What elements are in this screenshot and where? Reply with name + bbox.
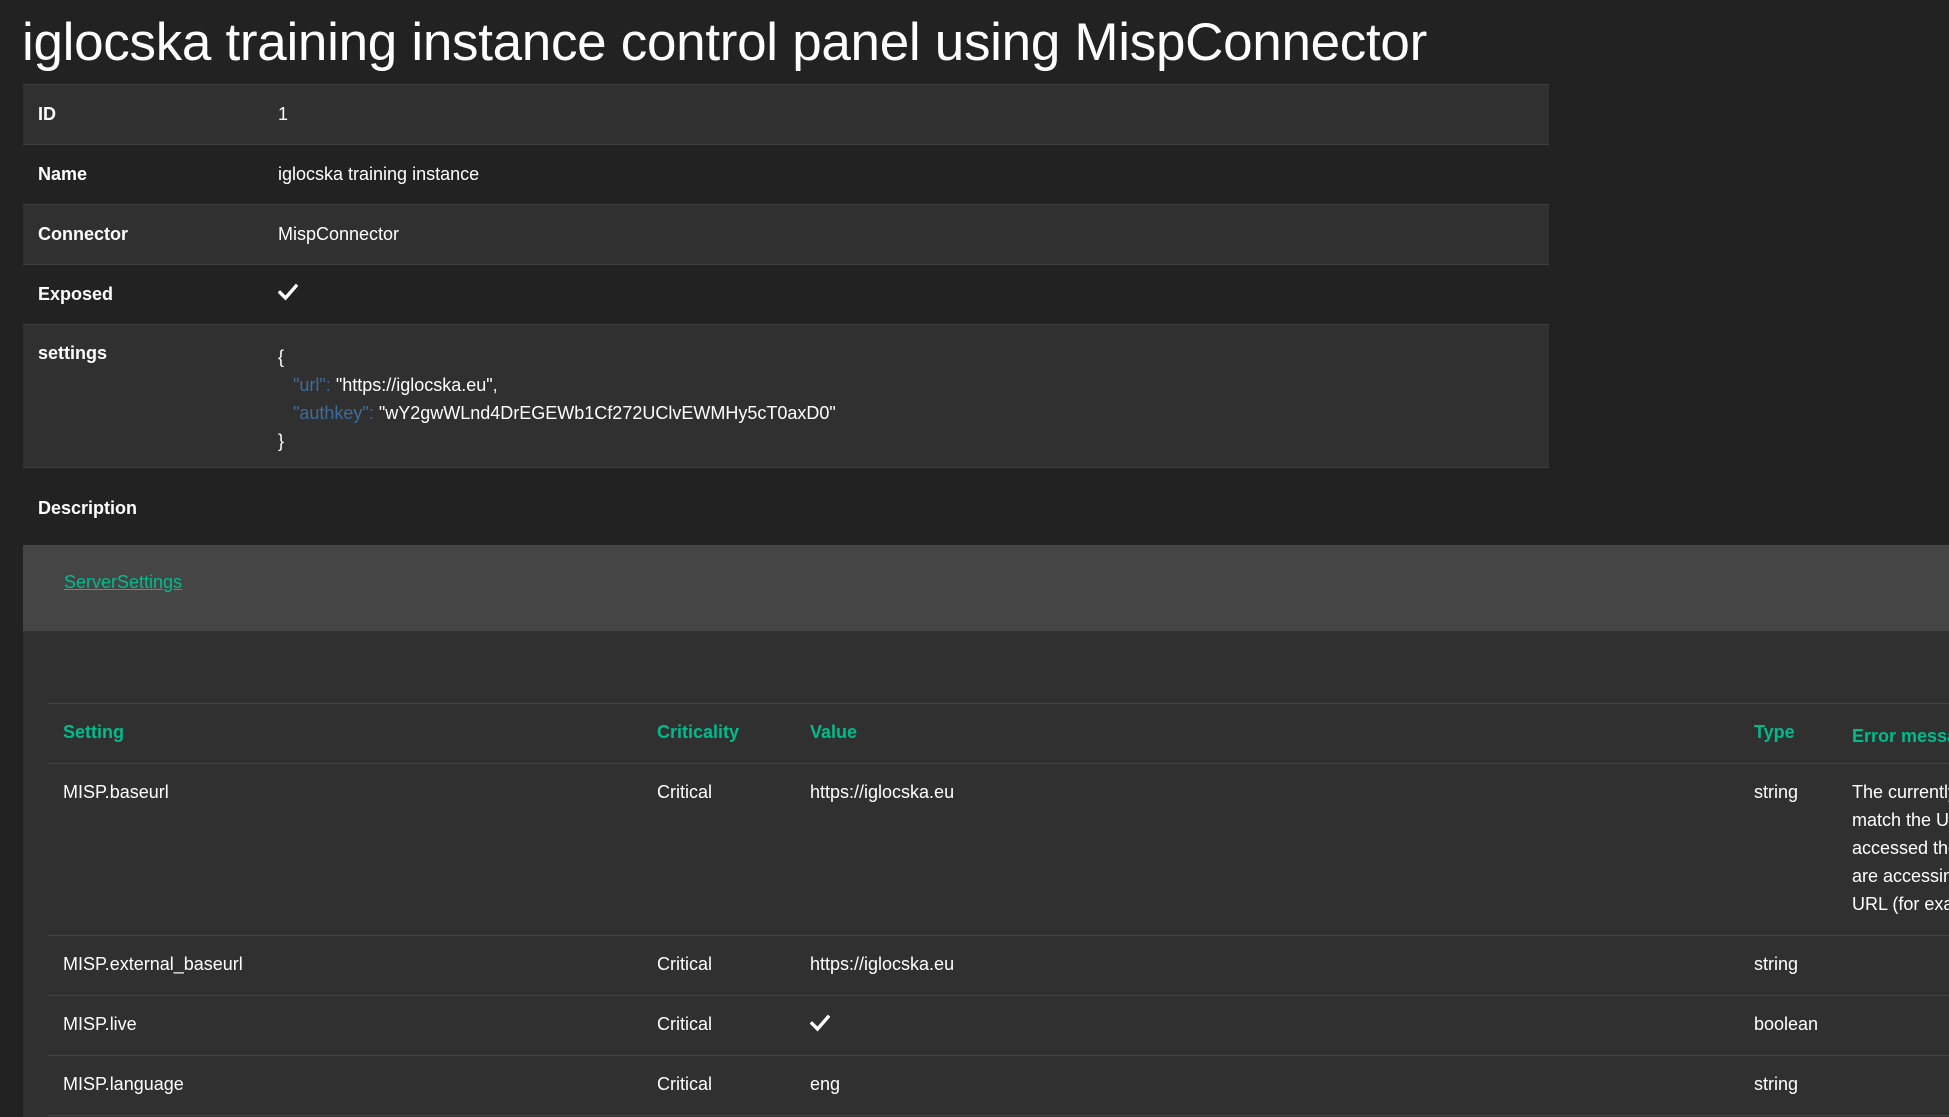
settings-json: { "url": "https://iglocska.eu", "authkey… xyxy=(278,343,1549,455)
setting-criticality: Critical xyxy=(657,1014,713,1034)
check-icon xyxy=(810,1014,830,1032)
json-open-brace: { xyxy=(278,347,285,367)
setting-criticality: Critical xyxy=(657,954,713,974)
page-title: iglocska training instance control panel… xyxy=(22,13,1427,72)
details-table: ID 1 Name iglocska training instance Con… xyxy=(23,84,1549,548)
column-header-type[interactable]: Type xyxy=(1754,722,1795,743)
column-header-criticality[interactable]: Criticality xyxy=(657,722,739,743)
detail-label: Name xyxy=(38,164,88,184)
detail-label: Connector xyxy=(38,224,128,244)
detail-value: 1 xyxy=(278,104,289,124)
json-close-brace: } xyxy=(278,431,285,451)
detail-label: settings xyxy=(38,343,108,363)
server-settings-header: ServerSettings xyxy=(23,545,1949,631)
detail-label: Description xyxy=(38,497,138,518)
detail-row-exposed: Exposed xyxy=(23,264,1549,324)
setting-name: MISP.external_baseurl xyxy=(63,954,243,974)
setting-name: MISP.live xyxy=(63,1014,137,1034)
column-header-value[interactable]: Value xyxy=(810,722,857,743)
table-row: MISP.language Critical eng string xyxy=(48,1055,1949,1116)
json-value: "wY2gwWLnd4DrEGEWb1Cf272UClvEWMHy5cT0axD… xyxy=(378,403,836,423)
setting-type: string xyxy=(1754,782,1799,802)
error-line: URL (for examp xyxy=(1852,894,1949,914)
detail-row-description: Description xyxy=(23,467,1549,548)
detail-row-id: ID 1 xyxy=(23,84,1549,144)
setting-type: string xyxy=(1754,1074,1799,1094)
setting-value[interactable]: https://iglocska.eu xyxy=(810,954,954,975)
column-header-setting[interactable]: Setting xyxy=(63,722,124,743)
error-line: are accessing t xyxy=(1852,866,1949,886)
json-authkey-line: "authkey": "wY2gwWLnd4DrEGEWb1Cf272UClvE… xyxy=(278,399,1549,427)
page: iglocska training instance control panel… xyxy=(0,0,1949,1117)
detail-label: Exposed xyxy=(38,284,114,304)
setting-name: MISP.language xyxy=(63,1074,184,1094)
table-row: MISP.baseurl Critical https://iglocska.e… xyxy=(48,763,1949,935)
error-line: The currently s xyxy=(1852,782,1949,802)
server-settings-link[interactable]: ServerSettings xyxy=(64,572,182,593)
detail-value xyxy=(278,283,1549,306)
json-key: "url": xyxy=(293,375,331,395)
table-row: MISP.external_baseurl Critical https://i… xyxy=(48,935,1949,995)
json-url-line: "url": "https://iglocska.eu", xyxy=(278,371,1549,399)
server-settings-panel: Setting Criticality Value Type Error mes… xyxy=(23,631,1949,1117)
table-header-row: Setting Criticality Value Type Error mes… xyxy=(48,703,1949,763)
detail-row-name: Name iglocska training instance xyxy=(23,144,1549,204)
json-value: "https://iglocska.eu", xyxy=(335,375,498,395)
setting-criticality: Critical xyxy=(657,1074,713,1094)
setting-type: string xyxy=(1754,954,1799,974)
detail-value: iglocska training instance xyxy=(278,164,480,184)
json-key: "authkey": xyxy=(293,403,374,423)
setting-type: boolean xyxy=(1754,1014,1819,1034)
setting-name: MISP.baseurl xyxy=(63,782,169,802)
setting-error-message: The currently s match the URL accessed t… xyxy=(1852,778,1949,918)
setting-criticality: Critical xyxy=(657,782,713,802)
detail-row-connector: Connector MispConnector xyxy=(23,204,1549,264)
setting-value[interactable] xyxy=(810,1014,830,1037)
table-row: MISP.live Critical boolean xyxy=(48,995,1949,1055)
check-icon xyxy=(278,283,298,301)
column-header-error-message[interactable]: Error message xyxy=(1852,722,1949,750)
error-line: accessed the p xyxy=(1852,838,1949,858)
server-settings-table: Setting Criticality Value Type Error mes… xyxy=(48,703,1949,1116)
setting-value[interactable]: eng xyxy=(810,1074,840,1095)
error-line: match the URL xyxy=(1852,810,1949,830)
detail-row-settings: settings { "url": "https://iglocska.eu",… xyxy=(23,324,1549,467)
detail-value: MispConnector xyxy=(278,224,400,244)
detail-label: ID xyxy=(38,104,56,124)
setting-value[interactable]: https://iglocska.eu xyxy=(810,782,954,803)
